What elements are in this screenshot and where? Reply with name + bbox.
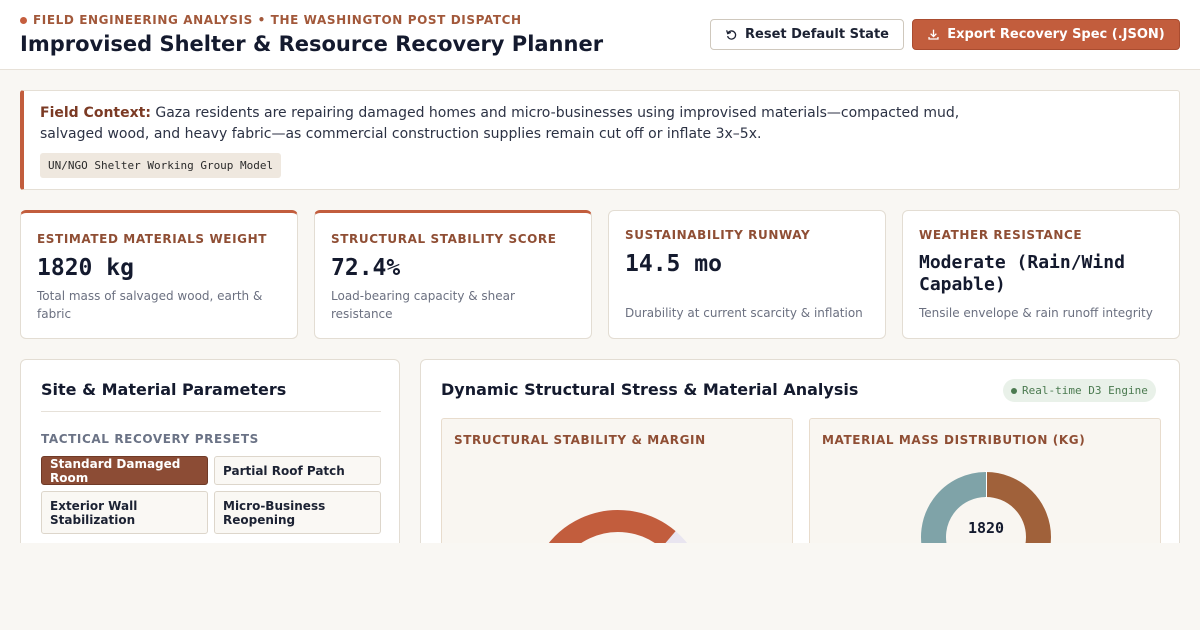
context-label: Field Context: [40, 105, 151, 121]
engine-badge: Real-time D3 Engine [1003, 379, 1156, 402]
panel-title: Site & Material Parameters [41, 380, 287, 399]
stat-label: WEATHER RESISTANCE [919, 228, 1083, 242]
stat-description: Total mass of salvaged wood, earth & fab… [37, 289, 263, 321]
stat-value: Moderate (Rain/Wind Capable) [919, 252, 1125, 295]
preset-partial-roof-patch[interactable]: Partial Roof Patch [214, 456, 381, 485]
field-context-banner: Field Context: Gaza residents are repair… [20, 90, 1180, 190]
app-header: FIELD ENGINEERING ANALYSIS • THE WASHING… [0, 0, 1200, 70]
stat-description: Tensile envelope & rain runoff integrity [919, 306, 1153, 320]
stat-card-weather-resistance: WEATHER RESISTANCE Moderate (Rain/Wind C… [902, 210, 1180, 339]
donut-svg: 1820 [921, 471, 1051, 558]
stat-label: SUSTAINABILITY RUNWAY [625, 228, 811, 242]
stat-value: 14.5 mo [625, 251, 722, 277]
preset-label: Standard Damaged Room [50, 456, 181, 485]
donut-center-total: 1820 [968, 519, 1004, 537]
reset-default-button[interactable]: Reset Default State [710, 19, 904, 50]
panel-title: Dynamic Structural Stress & Material Ana… [441, 380, 859, 399]
preset-label: Micro-Business Reopening [223, 498, 326, 527]
header-eyebrow: FIELD ENGINEERING ANALYSIS • THE WASHING… [20, 13, 522, 27]
stat-value: 1820 kg [37, 255, 134, 281]
stat-description: Load-bearing capacity & shear resistance [331, 289, 515, 321]
stat-card-materials-weight: ESTIMATED MATERIALS WEIGHT 1820 kg Total… [20, 210, 298, 339]
preset-label: Exterior Wall Stabilization [50, 498, 138, 527]
page-title: Improvised Shelter & Resource Recovery P… [20, 32, 604, 56]
reset-label: Reset Default State [745, 27, 889, 42]
stat-description: Durability at current scarcity & inflati… [625, 306, 863, 320]
context-text: Field Context: Gaza residents are repair… [40, 103, 970, 145]
divider [41, 411, 381, 412]
preset-exterior-wall-stabilization[interactable]: Exterior Wall Stabilization [41, 491, 208, 534]
export-label: Export Recovery Spec (.JSON) [947, 27, 1165, 42]
stat-value: 72.4% [331, 255, 401, 281]
model-source-tag: UN/NGO Shelter Working Group Model [40, 153, 282, 178]
engine-badge-label: Real-time D3 Engine [1022, 384, 1148, 397]
context-body: Gaza residents are repairing damaged hom… [40, 105, 960, 142]
mass-distribution-chart: MATERIAL MASS DISTRIBUTION (KG) 1820 [809, 418, 1161, 558]
page-bottom-area [0, 543, 1200, 630]
status-dot [20, 16, 27, 24]
preset-standard-damaged-room[interactable]: Standard Damaged Room [41, 456, 208, 485]
presets-label: TACTICAL RECOVERY PRESETS [41, 432, 259, 446]
download-icon [928, 29, 939, 40]
eyebrow-text: FIELD ENGINEERING ANALYSIS • THE WASHING… [33, 13, 522, 27]
stat-card-sustainability-runway: SUSTAINABILITY RUNWAY 14.5 mo Durability… [608, 210, 886, 339]
stat-label: STRUCTURAL STABILITY SCORE [331, 232, 557, 246]
site-material-parameters-panel: Site & Material Parameters TACTICAL RECO… [20, 359, 400, 559]
engine-status-dot [1011, 387, 1017, 394]
preset-micro-business-reopening[interactable]: Micro-Business Reopening [214, 491, 381, 534]
rotate-ccw-icon [726, 30, 737, 40]
stat-label: ESTIMATED MATERIALS WEIGHT [37, 232, 268, 246]
gauge-svg [539, 510, 697, 558]
preset-label: Partial Roof Patch [223, 463, 345, 478]
export-spec-button[interactable]: Export Recovery Spec (.JSON) [912, 19, 1180, 50]
structural-analysis-panel: Dynamic Structural Stress & Material Ana… [420, 359, 1180, 559]
stability-gauge-chart: STRUCTURAL STABILITY & MARGIN [441, 418, 793, 558]
stat-card-stability-score: STRUCTURAL STABILITY SCORE 72.4% Load-be… [314, 210, 592, 339]
